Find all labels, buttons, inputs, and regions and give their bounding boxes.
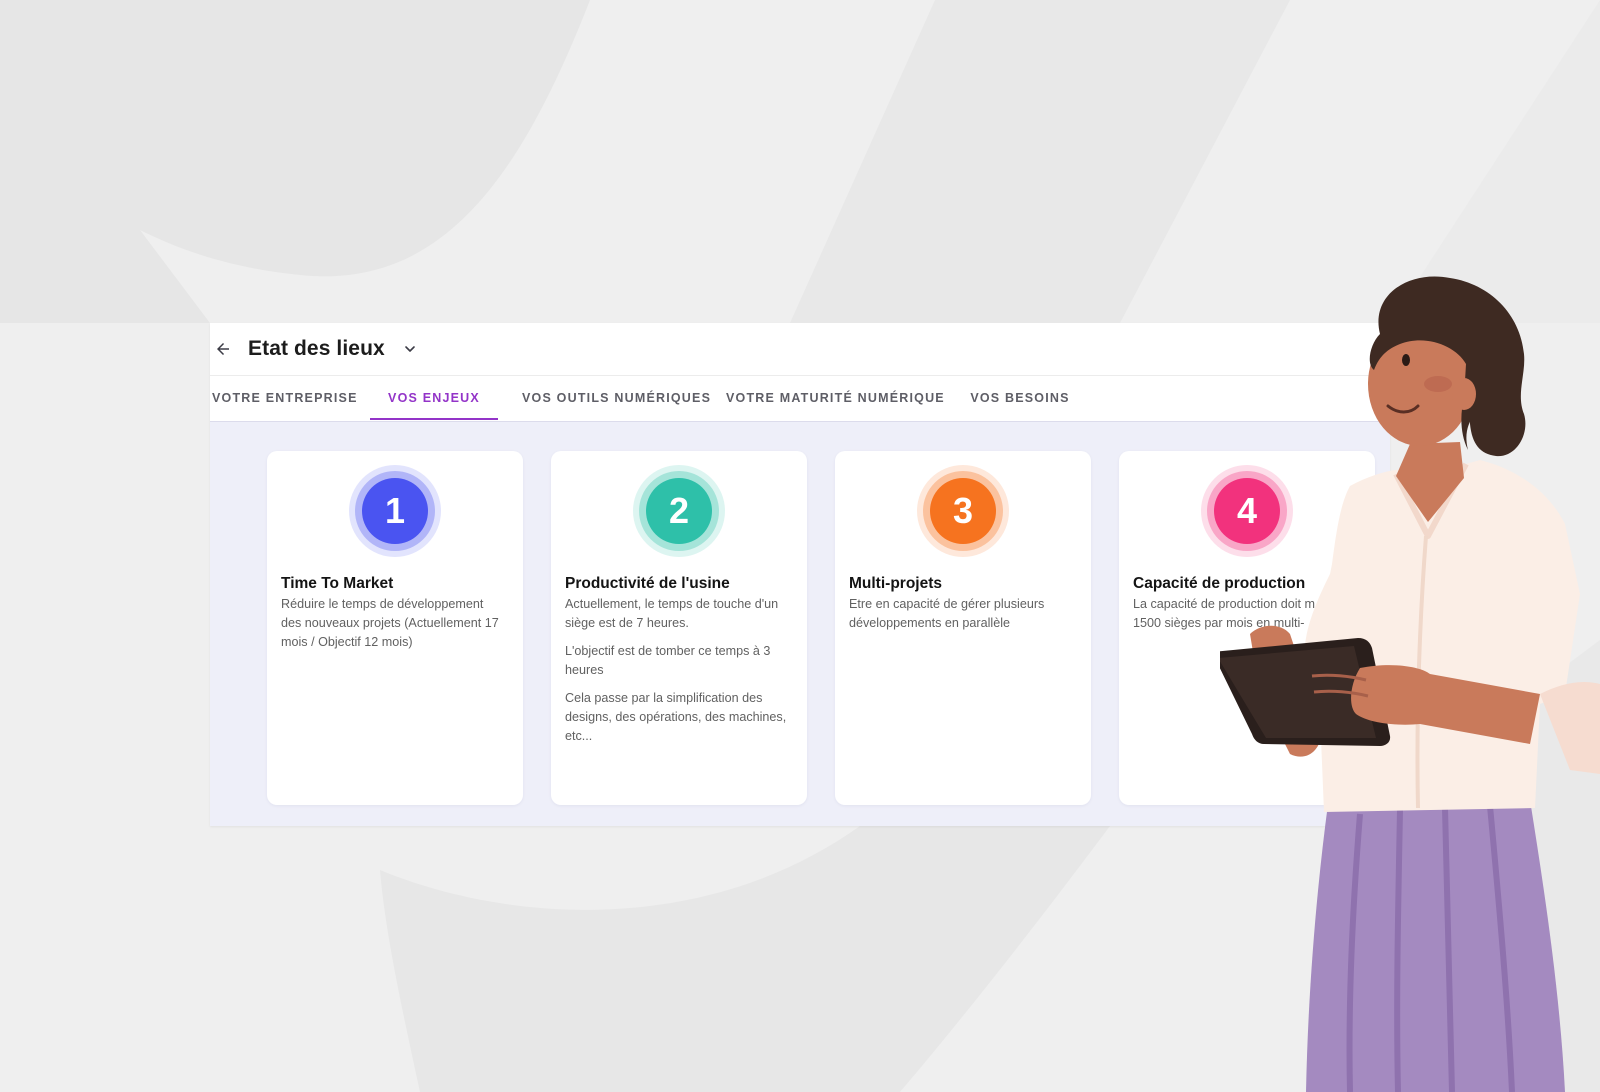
title-dropdown-button[interactable] xyxy=(401,340,419,358)
back-button[interactable] xyxy=(212,338,234,360)
badge-number: 1 xyxy=(385,490,405,531)
card-paragraph: Cela passe par la simplification des des… xyxy=(565,691,787,743)
card-paragraph: L'objectif est de tomber ce temps à 3 he… xyxy=(565,644,771,677)
tab-votre-entreprise[interactable]: VOTRE ENTREPRISE xyxy=(212,376,356,421)
enjeu-card-1[interactable]: 1 Time To Market Réduire le temps de dév… xyxy=(267,451,523,805)
page-title: Etat des lieux xyxy=(248,337,385,360)
enjeu-card-3[interactable]: 3 Multi-projets Etre en capacité de gére… xyxy=(835,451,1091,805)
number-badge: 2 xyxy=(633,465,725,557)
tab-bar: VOTRE ENTREPRISE VOS ENJEUX VOS OUTILS N… xyxy=(210,376,1390,422)
enjeu-card-2[interactable]: 2 Productivité de l'usine Actuellement, … xyxy=(551,451,807,805)
card-description: Etre en capacité de gérer plusieurs déve… xyxy=(849,595,1075,642)
arrow-left-icon xyxy=(217,343,229,355)
number-badge: 3 xyxy=(917,465,1009,557)
app-panel: Etat des lieux VOTRE ENTREPRISE VOS ENJE… xyxy=(210,323,1390,826)
card-paragraph: Réduire le temps de développement des no… xyxy=(281,597,499,649)
tab-vos-besoins[interactable]: VOS BESOINS xyxy=(964,376,1076,421)
woman-with-tablet-illustration xyxy=(1220,276,1600,1092)
badge-number: 2 xyxy=(669,490,689,531)
tab-vos-enjeux[interactable]: VOS ENJEUX xyxy=(370,376,498,421)
tab-votre-maturite-numerique[interactable]: VOTRE MATURITÉ NUMÉRIQUE xyxy=(726,376,944,421)
tab-vos-outils-numeriques[interactable]: VOS OUTILS NUMÉRIQUES xyxy=(522,376,710,421)
card-paragraph: Etre en capacité de gérer plusieurs déve… xyxy=(849,597,1045,630)
active-tab-indicator xyxy=(370,418,498,420)
card-title: Productivité de l'usine xyxy=(565,575,730,592)
card-paragraph: Actuellement, le temps de touche d'un si… xyxy=(565,597,779,630)
badge-number: 3 xyxy=(953,490,973,531)
number-badge: 1 xyxy=(349,465,441,557)
card-title: Multi-projets xyxy=(849,575,942,592)
page-header: Etat des lieux xyxy=(210,323,1390,376)
card-title: Time To Market xyxy=(281,575,394,592)
card-description: Actuellement, le temps de touche d'un si… xyxy=(565,595,791,755)
chevron-down-icon xyxy=(404,346,415,352)
card-description: Réduire le temps de développement des no… xyxy=(281,595,507,661)
